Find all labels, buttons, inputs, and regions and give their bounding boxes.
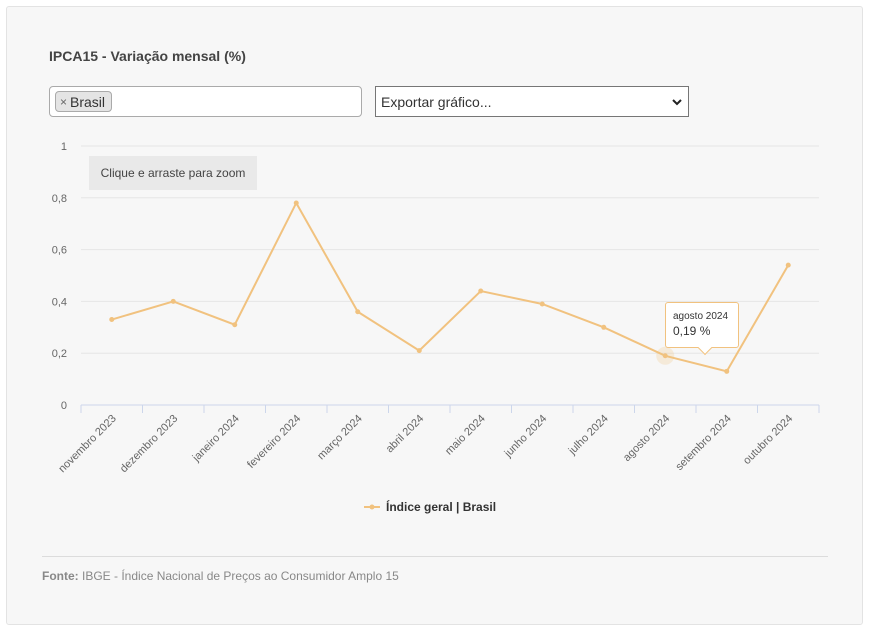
x-tick-label: setembro 2024 bbox=[673, 413, 733, 473]
source-text: IBGE - Índice Nacional de Preços ao Cons… bbox=[82, 569, 399, 583]
legend-line-icon bbox=[364, 504, 380, 510]
tooltip: agosto 2024 0,19 % bbox=[665, 302, 739, 348]
y-tick-label: 0,6 bbox=[52, 245, 67, 257]
divider bbox=[42, 556, 828, 557]
x-tick-label: janeiro 2024 bbox=[190, 413, 242, 465]
x-tick-label: abril 2024 bbox=[384, 413, 427, 456]
y-tick-label: 0,4 bbox=[52, 296, 67, 308]
y-tick-label: 1 bbox=[61, 141, 67, 153]
x-tick-label: novembro 2023 bbox=[56, 413, 119, 476]
data-point bbox=[662, 353, 668, 359]
zoom-hint-button[interactable]: Clique e arraste para zoom bbox=[89, 156, 257, 190]
tooltip-value: 0,19 % bbox=[673, 324, 711, 338]
data-point bbox=[355, 309, 361, 315]
legend-label: Índice geral | Brasil bbox=[386, 500, 497, 514]
data-point bbox=[478, 288, 484, 294]
y-tick-label: 0,2 bbox=[52, 348, 67, 360]
y-tick-label: 0 bbox=[61, 400, 67, 412]
x-tick-label: março 2024 bbox=[315, 413, 365, 463]
x-tick-label: outubro 2024 bbox=[741, 413, 795, 467]
data-point bbox=[170, 298, 176, 304]
x-tick-label: maio 2024 bbox=[443, 413, 488, 458]
data-point bbox=[232, 322, 238, 328]
data-point bbox=[785, 262, 791, 268]
source-note: Fonte: IBGE - Índice Nacional de Preços … bbox=[42, 569, 399, 583]
legend-item[interactable]: Índice geral | Brasil bbox=[364, 498, 496, 516]
line-chart[interactable]: 0 0,2 0,4 0,6 0,8 1 novembro 2023dezembro 2023… bbox=[0, 0, 871, 633]
y-tick-label: 0,8 bbox=[52, 193, 67, 205]
data-point bbox=[293, 200, 299, 206]
data-point bbox=[601, 324, 607, 330]
x-tick-label: fevereiro 2024 bbox=[245, 413, 303, 471]
data-point bbox=[539, 301, 545, 307]
data-point bbox=[109, 317, 115, 323]
x-tick-label: junho 2024 bbox=[502, 413, 550, 461]
x-tick-label: julho 2024 bbox=[566, 413, 611, 458]
x-tick-label: dezembro 2023 bbox=[118, 413, 181, 476]
tooltip-label: agosto 2024 bbox=[673, 311, 729, 322]
x-tick-label: agosto 2024 bbox=[621, 413, 672, 464]
source-prefix: Fonte: bbox=[42, 569, 79, 583]
data-point bbox=[416, 348, 422, 354]
data-point bbox=[724, 368, 730, 374]
